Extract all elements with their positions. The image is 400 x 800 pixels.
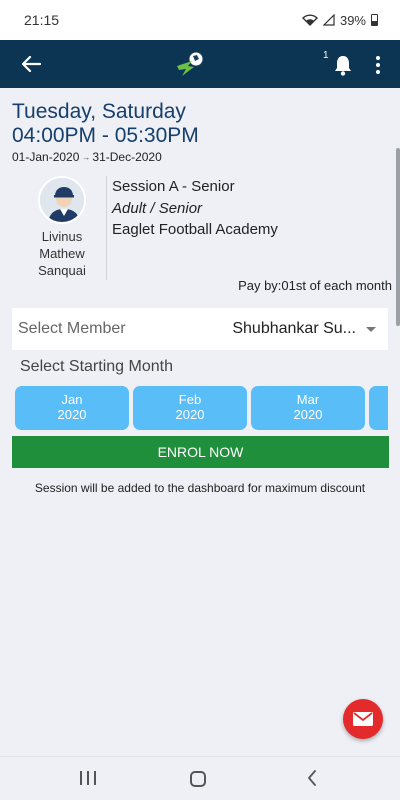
session-date-range: 01-Jan-2020 → 31-Dec-2020 (12, 150, 162, 164)
battery-percent: 39% (339, 12, 366, 28)
coach-name: Livinus Mathew Sanquai (20, 228, 104, 279)
bell-icon[interactable] (333, 54, 353, 76)
mail-fab[interactable] (343, 699, 383, 739)
battery-icon (371, 14, 378, 26)
notification-count: 1 (323, 50, 329, 61)
mail-icon (353, 712, 373, 726)
app-logo-icon (177, 51, 204, 76)
status-indicators: 39% (301, 12, 378, 28)
pay-by-text: Pay by:01st of each month (238, 278, 392, 293)
coach-middle-name: Mathew (39, 246, 85, 261)
start-date: 01-Jan-2020 (12, 150, 80, 164)
month-name: Feb (178, 392, 202, 407)
month-selector[interactable]: Jan 2020 Feb 2020 Mar 2020 (15, 386, 388, 432)
month-button-next[interactable] (369, 386, 388, 430)
nav-recent-icon[interactable] (80, 771, 96, 785)
session-name: Session A - Senior (112, 178, 235, 195)
nav-back-icon[interactable] (306, 770, 318, 786)
app-bar: 1 (0, 40, 400, 88)
status-bar: 21:15 39% (0, 0, 400, 40)
coach-first-name: Livinus (41, 229, 83, 244)
wifi-icon (301, 14, 318, 26)
coach-avatar (38, 176, 86, 224)
month-button-mar[interactable]: Mar 2020 (251, 386, 365, 430)
coach-avatar-icon (40, 178, 84, 222)
end-date: 31-Dec-2020 (92, 150, 162, 164)
month-button-feb[interactable]: Feb 2020 (133, 386, 247, 430)
coach-last-name: Sanquai (38, 263, 86, 278)
scrollbar[interactable] (396, 148, 400, 326)
status-time: 21:15 (24, 12, 60, 28)
member-dropdown-value: Shubhankar Su... (232, 320, 356, 337)
more-vert-icon[interactable] (372, 54, 384, 76)
back-button[interactable] (18, 52, 44, 76)
enrol-now-button[interactable]: ENROL NOW (12, 436, 389, 468)
member-dropdown-value-wrap: Shubhankar Su... (232, 320, 376, 338)
member-dropdown[interactable]: Select Member Shubhankar Su... (12, 308, 388, 350)
divider (106, 176, 107, 280)
session-detail: Tuesday, Saturday 04:00PM - 05:30PM 01-J… (0, 88, 400, 756)
month-year: 2020 (175, 407, 205, 422)
academy-name: Eaglet Football Academy (112, 221, 278, 238)
session-time: 04:00PM - 05:30PM (12, 124, 199, 147)
month-button-jan[interactable]: Jan 2020 (15, 386, 129, 430)
start-month-label: Select Starting Month (20, 358, 173, 375)
signal-icon (322, 14, 335, 26)
member-dropdown-label: Select Member (18, 320, 126, 337)
month-name: Mar (296, 392, 320, 407)
system-nav-bar (0, 756, 400, 800)
session-days: Tuesday, Saturday (12, 100, 186, 123)
month-year: 2020 (57, 407, 87, 422)
caret-down-icon (366, 326, 376, 332)
session-level: Adult / Senior (112, 200, 203, 217)
dashboard-notice: Session will be added to the dashboard f… (34, 481, 366, 495)
month-year: 2020 (293, 407, 323, 422)
nav-home-icon[interactable] (190, 771, 206, 787)
month-name: Jan (61, 392, 83, 407)
back-arrow-icon (21, 55, 41, 73)
date-arrow-icon: → (81, 152, 91, 162)
